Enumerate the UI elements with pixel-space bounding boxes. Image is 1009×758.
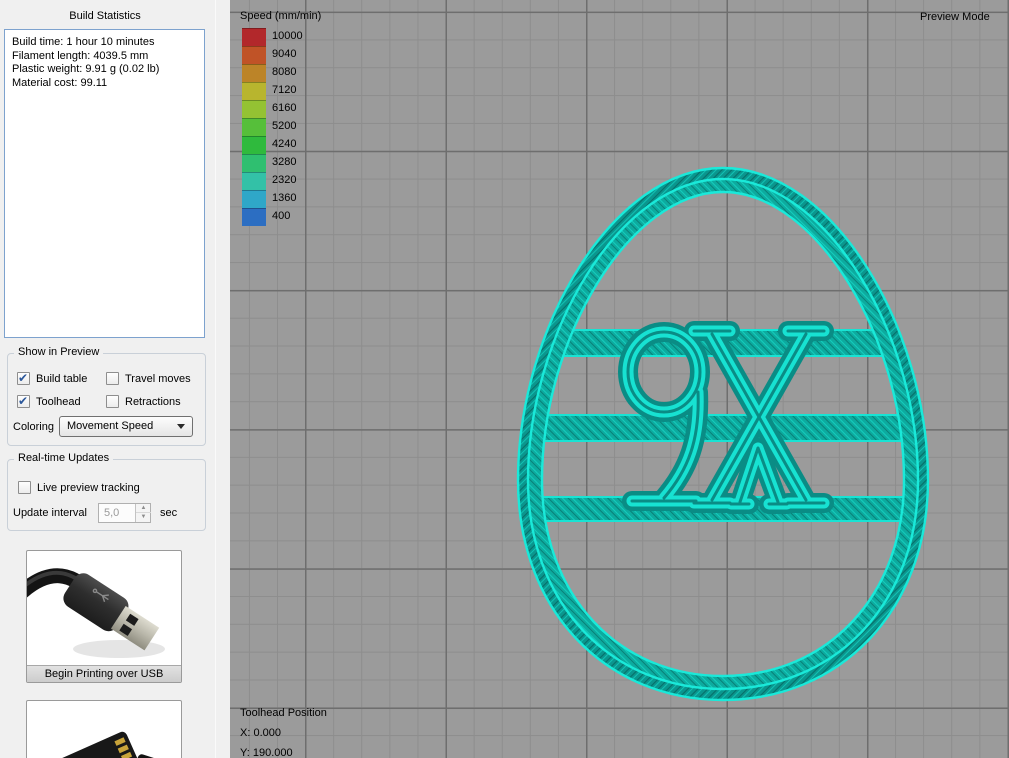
legend-swatch (242, 190, 266, 208)
legend-swatch (242, 46, 266, 64)
begin-printing-usb-button[interactable]: Begin Printing over USB (27, 665, 181, 682)
stat-build-time: Build time: 1 hour 10 minutes (12, 36, 155, 48)
build-table-label: Build table (36, 373, 88, 385)
legend-swatch (242, 172, 266, 190)
legend-swatch (242, 100, 266, 118)
chevron-down-icon (177, 424, 185, 429)
legend-value: 400 (272, 210, 291, 222)
preview-mode-label: Preview Mode (920, 11, 990, 23)
legend-value: 4240 (272, 138, 297, 150)
update-interval-unit: sec (160, 507, 178, 519)
update-interval-value: 5,0 (104, 507, 120, 519)
realtime-updates-label: Real-time Updates (14, 452, 114, 464)
legend-row: 4240 (242, 136, 352, 154)
preview-sidebar: Build Statistics Build time: 1 hour 10 m… (0, 0, 230, 758)
legend-row: 10000 (242, 28, 352, 46)
legend-swatch (242, 118, 266, 136)
legend-row: 6160 (242, 100, 352, 118)
speed-legend-rows: 10000 9040 8080 7120 6160 5200 4240 3280… (242, 28, 352, 226)
legend-row: 5200 (242, 118, 352, 136)
update-interval-spinner: ▲ ▼ (135, 504, 151, 522)
legend-row: 1360 (242, 190, 352, 208)
toolhead-checkbox[interactable] (17, 394, 30, 408)
coloring-select-value: Movement Speed (67, 420, 154, 432)
stat-filament-length: Filament length: 4039.5 mm (12, 49, 149, 62)
legend-value: 8080 (272, 66, 297, 78)
update-interval-field[interactable]: 5,0 ▲ ▼ (98, 503, 151, 523)
toolhead-label: Toolhead (36, 396, 81, 408)
legend-swatch (242, 64, 266, 82)
legend-swatch (242, 82, 266, 100)
legend-row: 400 (242, 208, 352, 226)
toolhead-position-readout: Toolhead Position X: 0.000 Y: 190.000 (240, 703, 327, 758)
legend-row: 2320 (242, 172, 352, 190)
live-preview-tracking-checkbox[interactable] (18, 481, 31, 494)
legend-swatch (242, 28, 266, 46)
legend-value: 2320 (272, 174, 297, 186)
legend-row: 8080 (242, 64, 352, 82)
legend-swatch (242, 154, 266, 172)
stat-material-cost: Material cost: 99.11 (12, 76, 108, 89)
toolhead-x-value: X: 0.000 (240, 727, 281, 739)
show-in-preview-label: Show in Preview (14, 346, 104, 358)
spin-down-icon[interactable]: ▼ (136, 513, 151, 522)
legend-value: 5200 (272, 120, 297, 132)
legend-row: 7120 (242, 82, 352, 100)
retractions-label: Retractions (125, 396, 181, 408)
build-statistics-box: Build time: 1 hour 10 minutes Filament l… (4, 29, 205, 338)
coloring-select[interactable]: Movement Speed (59, 416, 193, 437)
legend-swatch (242, 208, 266, 226)
spin-up-icon[interactable]: ▲ (136, 504, 151, 513)
toolhead-y-value: Y: 190.000 (240, 747, 293, 758)
stat-plastic-weight: Plastic weight: 9.91 g (0.02 lb) (12, 63, 160, 75)
toolhead-position-label: Toolhead Position (240, 707, 327, 719)
legend-value: 1360 (272, 192, 297, 204)
legend-value: 7120 (272, 84, 297, 96)
legend-swatch (242, 136, 266, 154)
build-statistics-title: Build Statistics (69, 10, 141, 22)
live-preview-tracking-label: Live preview tracking (37, 482, 140, 494)
sidebar-groove-divider (215, 0, 216, 758)
travel-moves-checkbox[interactable] (106, 372, 119, 385)
retractions-checkbox[interactable] (106, 395, 119, 408)
slicer-preview-window: Build Statistics Build time: 1 hour 10 m… (0, 0, 1009, 758)
update-interval-label: Update interval (13, 507, 87, 519)
travel-moves-label: Travel moves (125, 373, 191, 385)
usb-print-panel: Begin Printing over USB (26, 550, 182, 683)
legend-row: 3280 (242, 154, 352, 172)
coloring-label: Coloring (13, 421, 54, 433)
speed-legend-title: Speed (mm/min) (240, 10, 322, 22)
legend-value: 9040 (272, 48, 297, 60)
legend-row: 9040 (242, 46, 352, 64)
sd-card-photo (55, 731, 175, 758)
legend-value: 10000 (272, 30, 303, 42)
sd-card-panel (26, 700, 182, 758)
legend-value: 6160 (272, 102, 297, 114)
usb-cable-photo (27, 568, 165, 658)
legend-value: 3280 (272, 156, 297, 168)
preview-viewport[interactable]: Speed (mm/min) 10000 9040 8080 7120 6160 (230, 0, 1009, 758)
build-table-checkbox[interactable] (17, 371, 30, 385)
